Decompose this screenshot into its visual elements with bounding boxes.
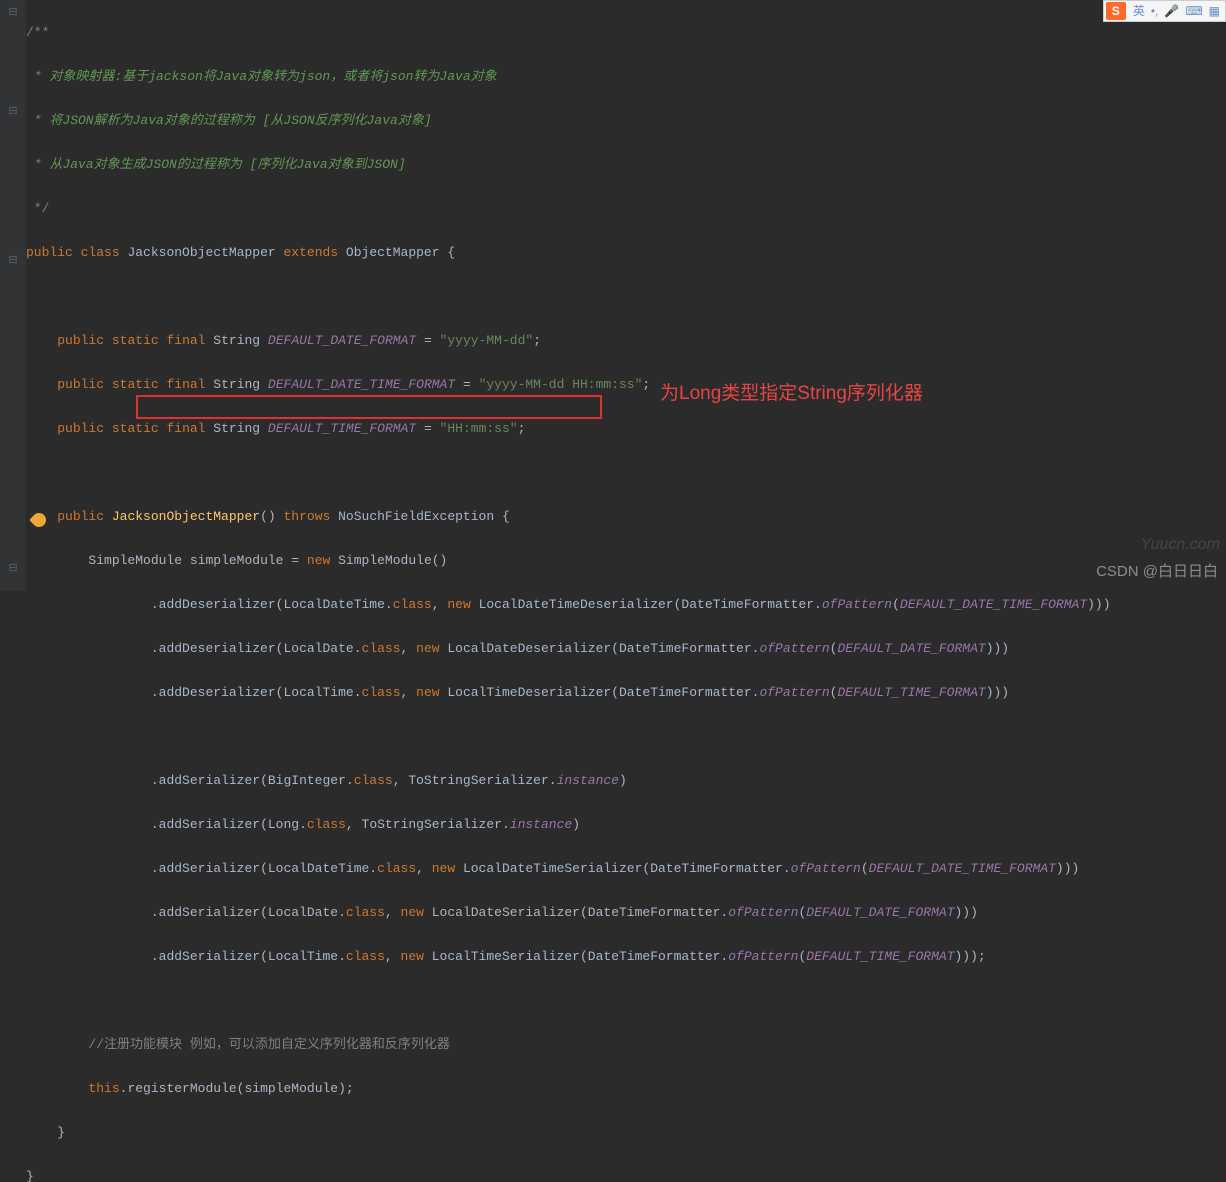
comment-text: //注册功能模块 例如，可以添加自定义序列化器和反序列化器: [88, 1037, 449, 1052]
code-line: .addSerializer(LocalDateTime.class, new …: [26, 858, 1226, 880]
code-editor[interactable]: /** * 对象映射器:基于jackson将Java对象转为json，或者将js…: [26, 0, 1226, 1182]
code-line: .addSerializer(LocalTime.class, new Loca…: [26, 946, 1226, 968]
watermark: CSDN @白日日白: [1096, 561, 1218, 583]
comment-text: /**: [26, 25, 49, 40]
code-line: .addSerializer(BigInteger.class, ToStrin…: [26, 770, 1226, 792]
annotation-label: 为Long类型指定String序列化器: [660, 383, 923, 405]
editor-gutter: ⊟ ⊟ ⊟ ⊟: [0, 0, 26, 591]
ime-grid-icon[interactable]: ▦: [1209, 0, 1220, 22]
code-line: .addDeserializer(LocalTime.class, new Lo…: [26, 682, 1226, 704]
comment-text: * 从Java对象生成JSON的过程称为 [序列化Java对象到JSON]: [26, 157, 406, 172]
ime-punct[interactable]: •,: [1151, 0, 1159, 22]
code-line: .addSerializer(Long.class, ToStringSeria…: [26, 814, 1226, 836]
watermark: Yuucn.com: [1141, 534, 1220, 556]
code-line: .addDeserializer(LocalDate.class, new Lo…: [26, 638, 1226, 660]
ime-logo-icon[interactable]: S: [1106, 2, 1126, 20]
ime-toolbar[interactable]: S 英 •, 🎤 ⌨ ▦: [1103, 0, 1226, 22]
ime-keyboard-icon[interactable]: ⌨: [1185, 0, 1202, 22]
code-line: }: [26, 1122, 1226, 1144]
comment-text: * 对象映射器:基于jackson将Java对象转为json，或者将json转为…: [26, 69, 497, 84]
code-line: public static final String DEFAULT_DATE_…: [26, 330, 1226, 352]
ime-mic-icon[interactable]: 🎤: [1164, 0, 1179, 22]
code-line: .addDeserializer(LocalDateTime.class, ne…: [26, 594, 1226, 616]
code-line: .addSerializer(LocalDate.class, new Loca…: [26, 902, 1226, 924]
ime-language[interactable]: 英: [1133, 0, 1145, 22]
fold-marker[interactable]: ⊟: [8, 558, 18, 580]
fold-marker[interactable]: ⊟: [8, 250, 18, 272]
comment-text: */: [26, 201, 49, 216]
code-line: public JacksonObjectMapper() throws NoSu…: [26, 506, 1226, 528]
comment-text: * 将JSON解析为Java对象的过程称为 [从JSON反序列化Java对象]: [26, 113, 432, 128]
code-line: this.registerModule(simpleModule);: [26, 1078, 1226, 1100]
code-line: SimpleModule simpleModule = new SimpleMo…: [26, 550, 1226, 572]
code-line: public static final String DEFAULT_TIME_…: [26, 418, 1226, 440]
fold-marker[interactable]: ⊟: [8, 101, 18, 123]
code-line: public static final String DEFAULT_DATE_…: [26, 374, 1226, 396]
code-line: public class JacksonObjectMapper extends…: [26, 242, 1226, 264]
fold-marker[interactable]: ⊟: [8, 2, 18, 24]
code-line: }: [26, 1166, 1226, 1182]
